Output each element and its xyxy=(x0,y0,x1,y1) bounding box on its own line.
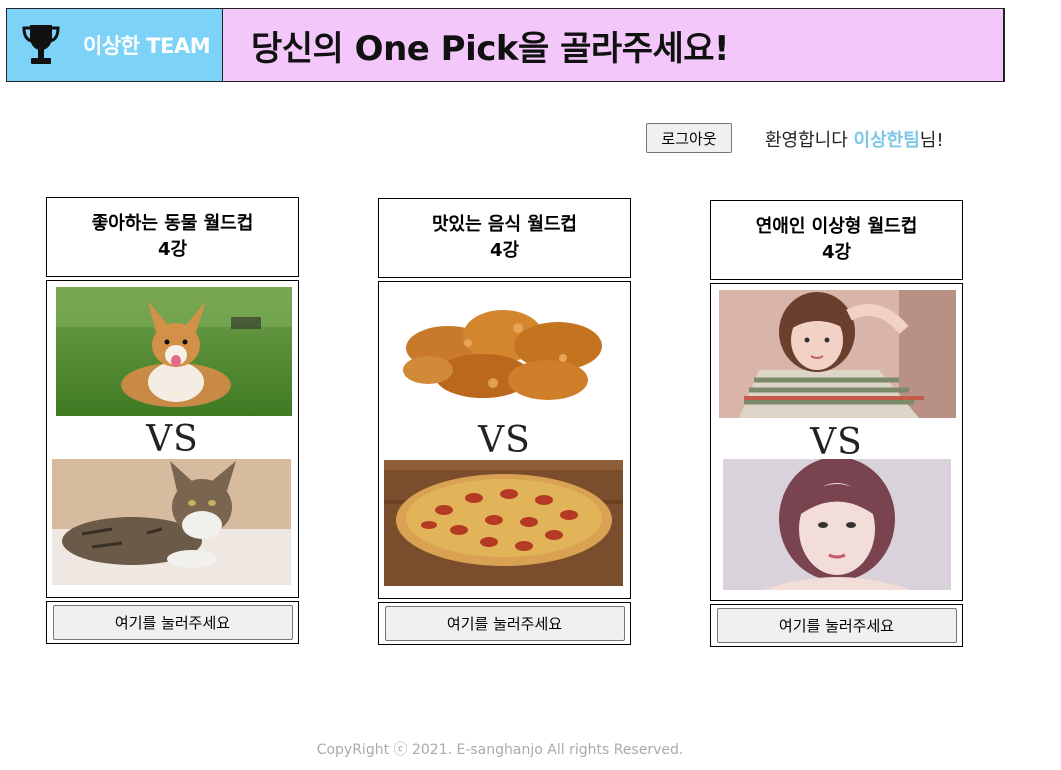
vs-label: VS xyxy=(810,422,863,463)
woman-striped-shirt-image[interactable] xyxy=(719,290,956,418)
welcome-message: 환영합니다 이상한팀님! xyxy=(765,126,944,152)
start-worldcup-button[interactable]: 여기를 눌러주세요 xyxy=(716,608,957,643)
card-matchup[interactable]: VS xyxy=(710,283,963,601)
corgi-dog-image[interactable] xyxy=(56,287,292,416)
card-footer: 여기를 눌러주세요 xyxy=(710,604,963,647)
title-box: 당신의 One Pick을 골라주세요! xyxy=(223,9,1003,81)
start-worldcup-button[interactable]: 여기를 눌러주세요 xyxy=(384,606,625,641)
card-matchup[interactable]: VS xyxy=(46,280,299,598)
card-title: 좋아하는 동물 월드컵 4강 xyxy=(46,197,299,277)
trophy-icon xyxy=(19,20,63,70)
card-title-line1: 맛있는 음식 월드컵 xyxy=(431,214,577,235)
pepperoni-pizza-image[interactable] xyxy=(384,460,623,586)
card-title-round: 4강 xyxy=(157,239,188,260)
worldcup-card-animals: 좋아하는 동물 월드컵 4강 VS 여기를 눌러주세요 xyxy=(46,197,299,644)
vs-label: VS xyxy=(146,419,199,460)
vs-label: VS xyxy=(478,420,531,461)
team-name: 이상한 TEAM xyxy=(83,34,211,58)
logout-button[interactable]: 로그아웃 xyxy=(646,123,732,153)
copyright-footer: CopyRight ⓒ 2021. E-sanghanjo All rights… xyxy=(316,742,684,758)
card-footer: 여기를 눌러주세요 xyxy=(46,601,299,644)
card-title-line1: 연애인 이상형 월드컵 xyxy=(755,216,918,237)
card-footer: 여기를 눌러주세요 xyxy=(378,602,631,645)
page-title: 당신의 One Pick을 골라주세요! xyxy=(251,28,730,69)
username: 이상한팀 xyxy=(853,130,920,151)
card-title-line1: 좋아하는 동물 월드컵 xyxy=(91,213,254,234)
tabby-cat-image[interactable] xyxy=(52,459,291,585)
card-matchup[interactable]: VS xyxy=(378,281,631,599)
woman-portrait-image[interactable] xyxy=(723,459,951,590)
card-title-round: 4강 xyxy=(489,240,520,261)
worldcup-card-food: 맛있는 음식 월드컵 4강 VS 여기를 눌러주세요 xyxy=(378,198,631,645)
start-worldcup-button[interactable]: 여기를 눌러주세요 xyxy=(52,605,293,640)
welcome-prefix: 환영합니다 xyxy=(765,130,854,151)
worldcup-card-celebrity: 연애인 이상형 월드컵 4강 VS 여기를 눌러주세요 xyxy=(710,200,963,647)
team-logo[interactable]: 이상한 TEAM xyxy=(7,9,223,81)
header-banner: 이상한 TEAM 당신의 One Pick을 골라주세요! xyxy=(6,8,1005,82)
card-title: 연애인 이상형 월드컵 4강 xyxy=(710,200,963,280)
card-title: 맛있는 음식 월드컵 4강 xyxy=(378,198,631,278)
welcome-suffix: 님! xyxy=(919,130,944,151)
card-title-round: 4강 xyxy=(821,242,852,263)
fried-chicken-image[interactable] xyxy=(388,288,624,417)
